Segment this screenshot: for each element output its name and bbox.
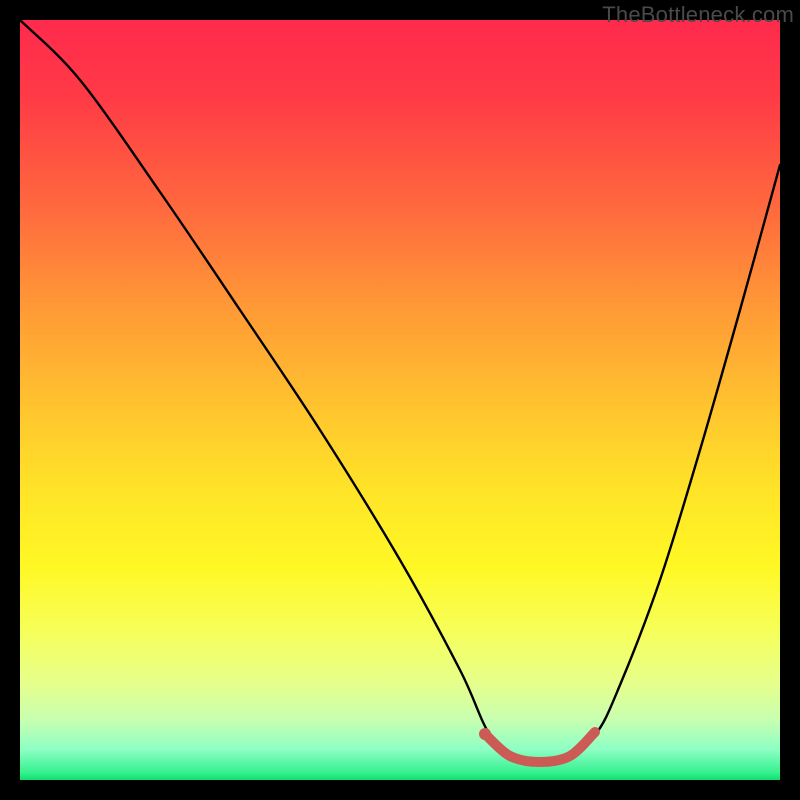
bottleneck-curve	[20, 20, 780, 764]
curve-layer	[20, 20, 780, 780]
plot-area	[20, 20, 780, 780]
flat-segment-dot	[479, 728, 491, 740]
chart-frame	[20, 20, 780, 780]
watermark-text: TheBottleneck.com	[602, 2, 794, 28]
flat-segment-highlight	[485, 732, 595, 762]
